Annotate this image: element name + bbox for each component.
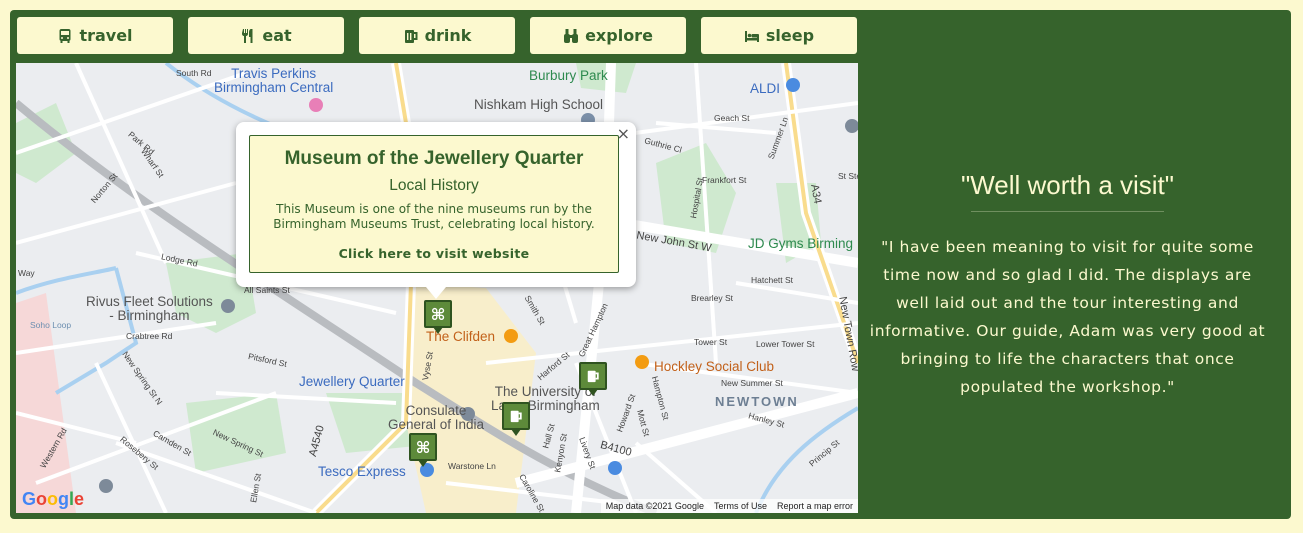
explore-marker-icon[interactable]: ⌘ [409, 433, 437, 467]
grocery-pin-icon[interactable] [786, 78, 800, 92]
label-hockley-social-club: Hockley Social Club [654, 359, 775, 374]
label-soho-loop: Soho Loop [30, 320, 72, 330]
label-burbury-park: Burbury Park [529, 68, 608, 83]
beer-mug-icon [404, 29, 418, 43]
map-attribution: Map data ©2021 Google Terms of Use Repor… [600, 499, 858, 513]
street-label: Crabtree Rd [126, 331, 173, 341]
business-pin-icon[interactable] [221, 299, 235, 313]
label-tesco-express: Tesco Express [318, 464, 406, 479]
bus-stop-icon[interactable] [608, 461, 622, 475]
bar-pin-icon[interactable] [504, 329, 518, 343]
street-label: New Summer St [721, 378, 783, 388]
nav-drink-button[interactable]: drink [359, 17, 515, 54]
label-newtown: NEWTOWN [715, 394, 799, 409]
info-category: Local History [389, 177, 479, 194]
review-title: "Well worth a visit" [960, 170, 1175, 200]
report-map-error-link[interactable]: Report a map error [777, 501, 853, 511]
street-label: Geach St [714, 113, 750, 123]
explore-marker-icon[interactable]: ⌘ [424, 300, 452, 334]
label-jd-gyms: JD Gyms Birming [748, 236, 854, 251]
review-divider [971, 211, 1164, 212]
bed-icon [744, 30, 759, 42]
label-aldi: ALDI [750, 81, 781, 96]
street-label: Brearley St [691, 293, 734, 303]
drink-marker-icon[interactable] [502, 402, 530, 436]
utensils-icon [242, 28, 253, 43]
map-data-text: Map data ©2021 Google [605, 501, 704, 511]
street-label: Warstone Ln [448, 461, 496, 471]
visit-website-link[interactable]: Click here to visit website [250, 246, 618, 261]
bus-icon [59, 28, 71, 43]
beer-mug-icon [510, 410, 522, 423]
nav-drink-label: drink [424, 26, 472, 45]
info-title: Museum of the Jewellery Quarter [284, 148, 584, 169]
nav-eat-label: eat [262, 26, 292, 45]
street-label: St Step [838, 171, 858, 181]
street-label: Lower Tower St [756, 339, 815, 349]
label-travis-perkins: Travis Perkins Birmingham Central [214, 66, 334, 95]
nav-explore-label: explore [585, 26, 653, 45]
nav-travel-button[interactable]: travel [17, 17, 173, 54]
info-window: × Museum of the Jewellery Quarter Local … [236, 122, 636, 299]
label-nishkam: Nishkam High School [474, 97, 604, 112]
bar-pin-icon[interactable] [635, 355, 649, 369]
review-text: "I have been meaning to visit for quite … [869, 238, 1266, 396]
label-rivus: Rivus Fleet Solutions - Birmingham [86, 294, 213, 323]
google-logo: Google [22, 489, 85, 509]
terms-of-use-link[interactable]: Terms of Use [714, 501, 767, 511]
nav-explore-button[interactable]: explore [530, 17, 686, 54]
nav-sleep-label: sleep [765, 26, 815, 45]
info-window-content: Museum of the Jewellery Quarter Local Hi… [249, 135, 619, 273]
map[interactable]: Travis Perkins Birmingham Central Burbur… [16, 63, 858, 513]
street-label: South Rd [176, 68, 212, 78]
shopping-pin-icon[interactable] [309, 98, 323, 112]
nav-travel-label: travel [79, 26, 133, 45]
location-pin-icon[interactable] [845, 119, 858, 133]
street-label: Frankfort St [702, 175, 747, 185]
label-consulate: Consulate General of India [388, 403, 485, 432]
label-jewellery-quarter-station: Jewellery Quarter [299, 374, 405, 389]
drink-marker-icon[interactable] [579, 362, 607, 396]
nav-sleep-button[interactable]: sleep [701, 17, 857, 54]
street-label: Hatchett St [751, 275, 794, 285]
binoculars-icon [564, 28, 579, 43]
fuel-pin-icon[interactable] [99, 479, 113, 493]
street-label: Tower St [694, 337, 728, 347]
beer-mug-icon [587, 370, 599, 383]
nav-eat-button[interactable]: eat [188, 17, 344, 54]
info-description: This Museum is one of the nine museums r… [273, 202, 595, 231]
street-label: Way [18, 268, 35, 278]
